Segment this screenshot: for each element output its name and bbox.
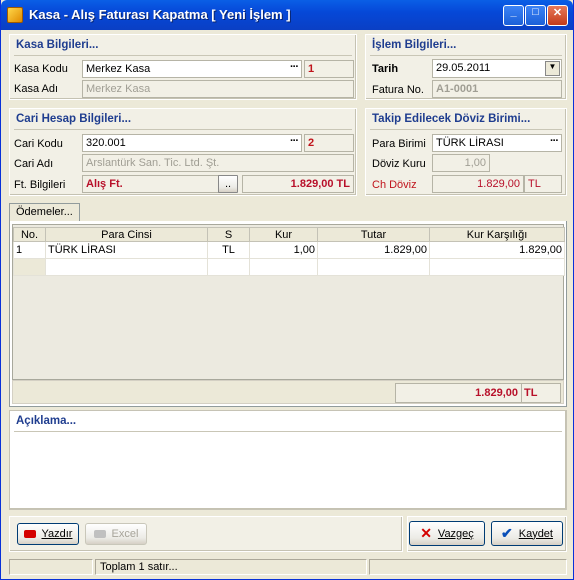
cari-adi-field: Arslantürk San. Tic. Ltd. Şt. xyxy=(82,154,354,172)
close-button[interactable]: ✕ xyxy=(547,5,568,26)
cell-s[interactable]: TL xyxy=(207,241,250,259)
yazdir-label: Yazdır xyxy=(41,528,73,540)
window-title: Kasa - Alış Faturası Kapatma [ Yeni İşle… xyxy=(29,7,291,22)
aciklama-title: Açıklama... xyxy=(16,415,77,427)
vazgec-button[interactable]: ✕ Vazgeç xyxy=(409,521,485,546)
kasa-kodu-value: Merkez Kasa xyxy=(86,63,151,75)
excel-button[interactable]: Excel xyxy=(85,523,147,545)
doviz-title: Takip Edilecek Döviz Birimi... xyxy=(372,113,531,125)
ft-bilgileri-value: Alış Ft. xyxy=(86,178,123,190)
cari-index-box: 2 xyxy=(304,134,354,152)
kasa-index: 1 xyxy=(308,63,315,75)
col-no[interactable]: No. xyxy=(13,227,46,242)
vazgec-label: Vazgeç xyxy=(437,527,474,540)
kasa-title: Kasa Bilgileri... xyxy=(16,39,99,51)
cari-title: Cari Hesap Bilgileri... xyxy=(16,113,132,125)
tarih-value: 29.05.2011 xyxy=(436,62,491,74)
aciklama-panel[interactable]: Açıklama... xyxy=(9,410,567,510)
checkmark-icon: ✔ xyxy=(501,525,513,541)
kasa-adi-label: Kasa Adı xyxy=(14,83,59,95)
tab-odemeler[interactable]: Ödemeler... xyxy=(9,203,80,221)
ft-browse-button[interactable]: .. xyxy=(218,175,238,193)
total-currency-field: TL xyxy=(521,383,561,403)
fatura-no-label: Fatura No. xyxy=(372,84,424,96)
ft-bilgileri-label: Ft. Bilgileri xyxy=(14,179,66,191)
total-bar: 1.829,00 TL xyxy=(12,380,564,404)
app-icon xyxy=(7,7,23,23)
status-segment-3 xyxy=(369,559,567,575)
lookup-ellipsis-icon[interactable]: ··· xyxy=(550,135,559,147)
cell-kur-karsiligi[interactable]: 1.829,00 xyxy=(429,241,565,259)
status-text: Toplam 1 satır... xyxy=(95,559,367,575)
ch-doviz-label: Ch Döviz xyxy=(372,179,417,191)
table-row-empty[interactable] xyxy=(13,258,565,276)
fatura-no-field: A1-0001 xyxy=(432,80,562,98)
tarih-datepicker[interactable]: 29.05.2011 ▼ xyxy=(432,59,562,78)
status-segment-1 xyxy=(9,559,93,575)
minimize-button[interactable]: _ xyxy=(503,5,524,26)
cell-para-cinsi[interactable]: TÜRK LİRASI xyxy=(45,241,208,259)
excel-icon xyxy=(93,530,106,538)
kasa-kodu-label: Kasa Kodu xyxy=(14,63,68,75)
ft-bilgileri-field: Alış Ft. xyxy=(82,175,222,193)
cancel-x-icon: ✕ xyxy=(420,525,432,541)
ch-doviz-currency: TL xyxy=(524,175,562,193)
cari-panel: Cari Hesap Bilgileri... Cari Kodu 320.00… xyxy=(9,108,357,196)
islem-panel: İşlem Bilgileri... Tarih 29.05.2011 ▼ Fat… xyxy=(365,34,567,100)
odemeler-grid: No. Para Cinsi S Kur Tutar Kur Karşılığı… xyxy=(12,224,565,380)
doviz-kuru-label: Döviz Kuru xyxy=(372,158,426,170)
kasa-panel: Kasa Bilgileri... Kasa Kodu Merkez Kasa ·… xyxy=(9,34,357,100)
cari-kodu-label: Cari Kodu xyxy=(14,138,63,150)
printer-icon xyxy=(23,530,36,538)
col-kur[interactable]: Kur xyxy=(249,227,318,242)
col-para-cinsi[interactable]: Para Cinsi xyxy=(45,227,208,242)
kasa-adi-field: Merkez Kasa xyxy=(82,80,354,98)
doviz-kuru-field: 1,00 xyxy=(432,154,490,172)
main-window: Kasa - Alış Faturası Kapatma [ Yeni İşle… xyxy=(0,0,574,580)
kasa-kodu-field[interactable]: Merkez Kasa ··· xyxy=(82,60,302,78)
kaydet-button[interactable]: ✔ Kaydet xyxy=(491,521,563,546)
total-amount-field: 1.829,00 xyxy=(395,383,523,403)
para-birimi-value: TÜRK LİRASI xyxy=(436,137,504,149)
excel-label: Excel xyxy=(111,528,139,540)
cari-index: 2 xyxy=(308,137,315,149)
title-bar: Kasa - Alış Faturası Kapatma [ Yeni İşle… xyxy=(1,0,573,30)
yazdir-button[interactable]: Yazdır xyxy=(17,523,79,545)
cari-kodu-value: 320.001 xyxy=(86,137,126,149)
para-birimi-label: Para Birimi xyxy=(372,138,426,150)
total-amount: 1.829,00 xyxy=(475,387,518,399)
dropdown-arrow-icon[interactable]: ▼ xyxy=(545,61,560,76)
cari-kodu-field[interactable]: 320.001 ··· xyxy=(82,134,302,152)
kasa-index-box: 1 xyxy=(304,60,354,78)
ch-doviz-field: 1.829,00 xyxy=(432,175,524,193)
total-currency: TL xyxy=(524,387,538,399)
para-birimi-field[interactable]: TÜRK LİRASI ··· xyxy=(432,134,562,152)
lookup-ellipsis-icon[interactable]: ··· xyxy=(290,135,299,147)
cell-tutar[interactable]: 1.829,00 xyxy=(317,241,430,259)
islem-title: İşlem Bilgileri... xyxy=(372,39,457,51)
table-row[interactable]: 1 TÜRK LİRASI TL 1,00 1.829,00 1.829,00 xyxy=(13,241,565,259)
col-tutar[interactable]: Tutar xyxy=(317,227,430,242)
cari-adi-label: Cari Adı xyxy=(14,158,54,170)
col-kur-karsiligi[interactable]: Kur Karşılığı xyxy=(429,227,565,242)
doviz-panel: Takip Edilecek Döviz Birimi... Para Biri… xyxy=(365,108,567,196)
cell-no[interactable]: 1 xyxy=(13,241,46,259)
tarih-label: Tarih xyxy=(372,63,399,75)
maximize-button[interactable]: □ xyxy=(525,5,546,26)
cell-kur[interactable]: 1,00 xyxy=(249,241,318,259)
lookup-ellipsis-icon[interactable]: ··· xyxy=(290,61,299,73)
kaydet-label: Kaydet xyxy=(518,527,553,540)
ft-amount-value: 1.829,00 TL xyxy=(290,178,350,190)
ft-amount-field: 1.829,00 TL xyxy=(242,175,354,193)
col-s[interactable]: S xyxy=(207,227,250,242)
